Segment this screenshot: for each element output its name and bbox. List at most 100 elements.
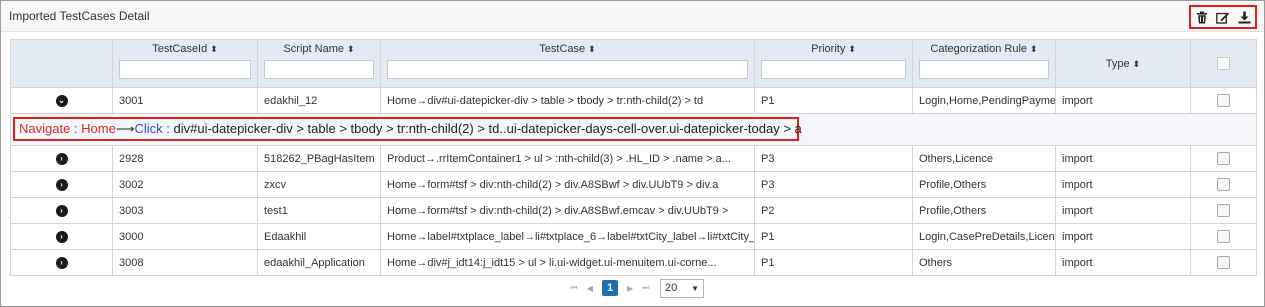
testcaseid-cell: 3001	[112, 87, 258, 114]
sort-icon[interactable]: ⬍	[588, 44, 596, 54]
expand-cell: ›	[10, 223, 113, 250]
expanded-detail-row: Navigate : Home⟶Click : div#ui-datepicke…	[10, 113, 1257, 146]
chevron-right-icon[interactable]: ›	[55, 204, 68, 217]
sort-icon[interactable]: ⬍	[848, 44, 856, 54]
column-header-categorization-rule[interactable]: Categorization Rule ⬍	[912, 39, 1056, 88]
select-all-header	[1190, 39, 1257, 88]
table-row: › 3003 test1 Home→form#tsf > div:nth-chi…	[10, 197, 1257, 224]
priority-cell: P1	[754, 223, 913, 250]
row-checkbox[interactable]	[1217, 152, 1230, 165]
type-cell: import	[1055, 87, 1191, 114]
testcases-table: TestCaseId ⬍ Script Name ⬍ TestCase ⬍ Prior…	[10, 39, 1257, 276]
navigate-label: Navigate :	[19, 121, 82, 136]
expand-column-header	[10, 39, 113, 88]
priority-cell: P3	[754, 145, 913, 172]
select-cell	[1190, 145, 1257, 172]
chevron-right-icon[interactable]: ›	[55, 230, 68, 243]
chevron-down-icon: ▼	[691, 283, 699, 293]
categorization-rule-cell: Others	[912, 249, 1056, 276]
script-name-cell: Edaakhil	[257, 223, 381, 250]
pagination: ⏮ ◀ 1 ▶ ⏭ 20 ▼	[566, 278, 704, 298]
type-cell: import	[1055, 145, 1191, 172]
categorization-rule-filter-input[interactable]	[919, 60, 1049, 79]
script-name-filter-input[interactable]	[264, 60, 374, 79]
row-checkbox[interactable]	[1217, 230, 1230, 243]
testcaseid-cell: 3000	[112, 223, 258, 250]
script-name-cell: edaakhil_Application	[257, 249, 381, 276]
table-row: › 3008 edaakhil_Application Home→div#j_i…	[10, 249, 1257, 276]
column-header-type[interactable]: Type ⬍	[1055, 39, 1191, 88]
table-row: › 2928 518262_PBagHasItem Product→.rrIte…	[10, 145, 1257, 172]
testcase-filter-input[interactable]	[387, 60, 748, 79]
page-size-select[interactable]: 20 ▼	[660, 278, 704, 298]
priority-filter-input[interactable]	[761, 60, 906, 79]
row-checkbox[interactable]	[1217, 178, 1230, 191]
sort-icon[interactable]: ⬍	[210, 44, 218, 54]
testcaseid-cell: 3002	[112, 171, 258, 198]
first-page-icon[interactable]: ⏮	[566, 283, 582, 293]
column-header-testcase[interactable]: TestCase ⬍	[380, 39, 755, 88]
sort-icon[interactable]: ⬍	[1030, 44, 1038, 54]
page-size-value: 20	[665, 282, 678, 294]
step-arrow: ⟶	[115, 121, 135, 136]
sort-icon[interactable]: ⬍	[347, 44, 355, 54]
testcaseid-filter-input[interactable]	[119, 60, 251, 79]
panel-header: Imported TestCases Detail	[1, 1, 1264, 32]
priority-cell: P1	[754, 87, 913, 114]
panel-title: Imported TestCases Detail	[9, 9, 150, 23]
testcase-cell: Product→.rrItemContainer1 > ul > :nth-ch…	[380, 145, 755, 172]
chevron-right-icon[interactable]: ›	[55, 152, 68, 165]
chevron-right-icon[interactable]: ›	[55, 256, 68, 269]
testcase-cell: Home→label#txtplace_label→li#txtplace_6→…	[380, 223, 755, 250]
categorization-rule-cell: Profile,Others	[912, 171, 1056, 198]
testcaseid-cell: 3008	[112, 249, 258, 276]
priority-cell: P2	[754, 197, 913, 224]
click-selector: div#ui-datepicker-div > table > tbody > …	[173, 121, 802, 136]
panel-toolbar	[1189, 5, 1257, 29]
column-header-script-name[interactable]: Script Name ⬍	[257, 39, 381, 88]
row-checkbox[interactable]	[1217, 256, 1230, 269]
type-cell: import	[1055, 171, 1191, 198]
last-page-icon[interactable]: ⏭	[638, 283, 654, 293]
script-name-cell: test1	[257, 197, 381, 224]
type-cell: import	[1055, 223, 1191, 250]
testcaseid-cell: 3003	[112, 197, 258, 224]
script-name-cell: zxcv	[257, 171, 381, 198]
testcase-cell: Home→form#tsf > div:nth-child(2) > div.A…	[380, 197, 755, 224]
next-page-icon[interactable]: ▶	[622, 284, 638, 293]
prev-page-icon[interactable]: ◀	[582, 284, 598, 293]
navigation-steps: Navigate : Home⟶Click : div#ui-datepicke…	[13, 117, 802, 141]
script-name-cell: 518262_PBagHasItem	[257, 145, 381, 172]
column-header-priority[interactable]: Priority ⬍	[754, 39, 913, 88]
edit-icon[interactable]	[1214, 8, 1232, 26]
script-name-cell: edakhil_12	[257, 87, 381, 114]
column-header-testcaseid[interactable]: TestCaseId ⬍	[112, 39, 258, 88]
navigate-page: Home	[81, 121, 116, 136]
select-cell	[1190, 87, 1257, 114]
categorization-rule-cell: Login,CasePreDetails,Licenc	[912, 223, 1056, 250]
chevron-down-icon[interactable]: ⌄	[55, 94, 68, 107]
row-checkbox[interactable]	[1217, 204, 1230, 217]
testcase-cell: Home→div#ui-datepicker-div > table > tbo…	[380, 87, 755, 114]
click-label: Click :	[134, 121, 174, 136]
chevron-right-icon[interactable]: ›	[55, 178, 68, 191]
sort-icon[interactable]: ⬍	[1133, 59, 1141, 69]
categorization-rule-cell: Profile,Others	[912, 197, 1056, 224]
select-all-checkbox[interactable]	[1217, 57, 1230, 70]
row-checkbox[interactable]	[1217, 94, 1230, 107]
table-row: › 3002 zxcv Home→form#tsf > div:nth-chil…	[10, 171, 1257, 198]
download-icon[interactable]	[1235, 8, 1253, 26]
priority-cell: P3	[754, 171, 913, 198]
type-cell: import	[1055, 197, 1191, 224]
imported-testcases-panel: Imported TestCases Detail TestCaseId ⬍ Sc…	[0, 0, 1265, 307]
expanded-detail-cell: Navigate : Home⟶Click : div#ui-datepicke…	[10, 113, 1257, 146]
table-header-row: TestCaseId ⬍ Script Name ⬍ TestCase ⬍ Prior…	[10, 39, 1257, 88]
current-page-button[interactable]: 1	[602, 280, 618, 296]
select-cell	[1190, 249, 1257, 276]
trash-icon[interactable]	[1193, 8, 1211, 26]
table-row: › 3000 Edaakhil Home→label#txtplace_labe…	[10, 223, 1257, 250]
expand-cell: ⌄	[10, 87, 113, 114]
testcase-cell: Home→div#j_idt14:j_idt15 > ul > li.ui-wi…	[380, 249, 755, 276]
categorization-rule-cell: Login,Home,PendingPaymer	[912, 87, 1056, 114]
select-cell	[1190, 223, 1257, 250]
